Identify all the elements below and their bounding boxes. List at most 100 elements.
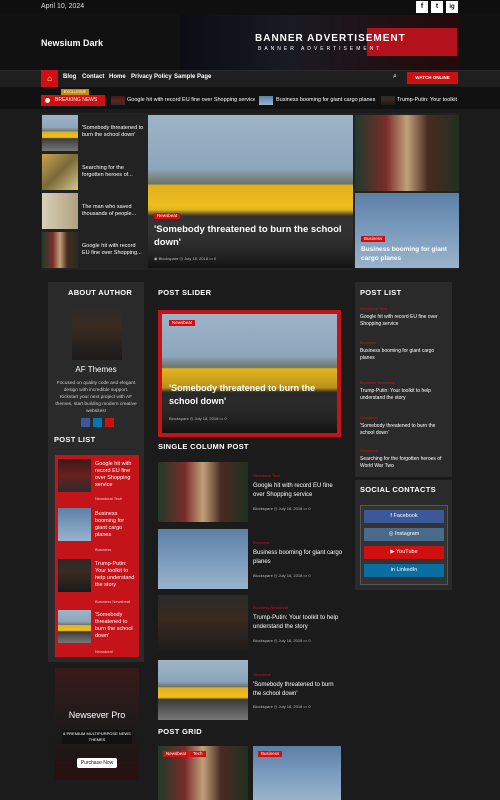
post-author[interactable]: Blockspare <box>253 506 273 511</box>
post-thumb[interactable] <box>158 529 248 589</box>
post-date: July 18, 2018 <box>278 573 303 578</box>
post-author[interactable]: Blockspare <box>253 638 273 643</box>
grid-category[interactable]: Tech <box>190 751 206 757</box>
right-post-list-heading: POST LIST <box>360 288 402 297</box>
list-title[interactable]: Searching for the forgotten heroes of Wo… <box>360 456 448 470</box>
list-item-cats[interactable]: Business Newsbeat <box>95 599 130 604</box>
left-post-list-heading: POST LIST <box>54 435 96 444</box>
featured-date: July 18, 2018 <box>184 256 208 261</box>
list-cats[interactable]: Business <box>360 340 376 345</box>
top-right-category[interactable]: Business <box>361 236 386 242</box>
search-icon[interactable]: ⌕ <box>393 73 397 81</box>
list-thumb[interactable] <box>42 193 78 229</box>
list-cats[interactable]: Newsbeat Tech <box>360 306 387 311</box>
instagram-link[interactable]: ◎ Instagram <box>364 528 444 541</box>
featured-category[interactable]: Newsbeat <box>154 213 181 219</box>
banner-title: BANNER ADVERTISEMENT <box>255 33 406 44</box>
post-cats[interactable]: Newsbeat Tech <box>253 473 280 478</box>
post-comments: 0 <box>308 638 311 643</box>
home-icon[interactable]: ⌂ <box>41 70 58 87</box>
top-right-image-1[interactable] <box>355 115 459 191</box>
ticker-item[interactable]: Business booming for giant cargo planes <box>276 95 386 106</box>
post-cats[interactable]: Business Newsbeat <box>253 605 288 610</box>
list-item-title[interactable]: Trump-Putin: Your toolkit to help unders… <box>95 561 137 589</box>
grid-category[interactable]: Business <box>258 751 283 757</box>
list-item-cats[interactable]: Business <box>95 547 111 552</box>
list-cats[interactable]: Business Newsbeat <box>360 380 395 385</box>
list-item-title[interactable]: Google hit with record EU fine over Shop… <box>95 461 137 489</box>
list-item-title[interactable]: Google hit with record EU fine over Shop… <box>82 243 144 257</box>
slider-comments: 0 <box>224 416 227 421</box>
live-dot-icon <box>45 98 50 103</box>
list-item-title[interactable]: 'Somebody threatened to burn the school … <box>95 612 137 640</box>
banner-subtitle: BANNER ADVERTISEMENT <box>258 46 383 52</box>
linkedin-link[interactable]: in LinkedIn <box>364 564 444 577</box>
post-title[interactable]: Google hit with record EU fine over Shop… <box>253 482 343 500</box>
list-item-title[interactable]: Business booming for giant cargo planes <box>95 511 137 539</box>
facebook-icon[interactable] <box>81 418 90 427</box>
list-title[interactable]: Business booming for giant cargo planes <box>360 348 448 362</box>
single-column-heading: SINGLE COLUMN POST <box>158 442 249 451</box>
post-author[interactable]: Blockspare <box>253 704 273 709</box>
instagram-icon[interactable]: ig <box>446 1 458 13</box>
facebook-link[interactable]: f Facebook <box>364 510 444 523</box>
featured-author[interactable]: Blockspare <box>159 256 179 261</box>
list-thumb[interactable] <box>58 459 91 492</box>
nav-privacy-policy[interactable]: Privacy Policy <box>131 74 172 80</box>
list-item-cats[interactable]: Newsbeat <box>95 649 113 654</box>
current-date: April 10, 2024 <box>41 3 85 10</box>
list-thumb[interactable] <box>58 508 91 541</box>
list-thumb[interactable] <box>42 232 78 268</box>
slider-category[interactable]: Newsbeat <box>169 320 196 326</box>
post-title[interactable]: Business booming for giant cargo planes <box>253 549 343 567</box>
breaking-news-text: BREAKING NEWS <box>55 97 98 103</box>
post-comments: 0 <box>308 704 311 709</box>
post-cats[interactable]: Newsbeat <box>253 672 271 677</box>
youtube-link[interactable]: ▶ YouTube <box>364 546 444 559</box>
list-item-title[interactable]: The man who saved thousands of people... <box>82 204 144 218</box>
nav-home[interactable]: Home <box>109 74 126 80</box>
post-title[interactable]: 'Somebody threatened to burn the school … <box>253 681 343 699</box>
linkedin-icon[interactable] <box>93 418 102 427</box>
list-thumb[interactable] <box>58 610 91 643</box>
nav-contact[interactable]: Contact <box>82 74 104 80</box>
list-item-title[interactable]: Searching for the forgotten heroes of... <box>82 165 144 179</box>
featured-title[interactable]: 'Somebody threatened to burn the school … <box>154 223 349 249</box>
post-cats[interactable]: Business <box>253 540 269 545</box>
list-title[interactable]: Google hit with record EU fine over Shop… <box>360 314 448 328</box>
list-thumb[interactable] <box>58 559 91 592</box>
facebook-icon[interactable]: f <box>416 1 428 13</box>
post-thumb[interactable] <box>158 595 248 655</box>
nav-blog[interactable]: Blog <box>63 74 76 80</box>
post-comments: 0 <box>308 573 311 578</box>
youtube-icon[interactable] <box>105 418 114 427</box>
post-title[interactable]: Trump-Putin: Your toolkit to help unders… <box>253 614 343 632</box>
ticker-item[interactable]: Google hit with record EU fine over Shop… <box>127 95 255 106</box>
instagram-label: Instagram <box>394 531 420 537</box>
post-meta: Blockspare ◷ July 18, 2018 ▭ 0 <box>253 506 311 511</box>
list-item-title[interactable]: 'Somebody threatened to burn the school … <box>82 125 144 139</box>
banner-advertisement[interactable]: BANNER ADVERTISEMENT BANNER ADVERTISEMEN… <box>180 15 460 70</box>
nav-sample-page[interactable]: Sample Page <box>174 74 211 80</box>
watch-online-button[interactable]: WATCH ONLINE <box>407 72 458 84</box>
top-right-title[interactable]: Business booming for giant cargo planes <box>361 245 457 263</box>
list-item-cats[interactable]: Newsbeat Tech <box>95 496 122 501</box>
linkedin-label: LinkedIn <box>396 567 418 573</box>
twitter-icon[interactable]: t <box>431 1 443 13</box>
post-author[interactable]: Blockspare <box>253 573 273 578</box>
list-cats[interactable]: Newsbeat <box>360 415 378 420</box>
slider-title[interactable]: 'Somebody threatened to burn the school … <box>169 382 334 408</box>
list-title[interactable]: 'Somebody threatened to burn the school … <box>360 423 448 437</box>
list-thumb[interactable] <box>42 115 78 151</box>
purchase-button[interactable]: Purchase Now <box>77 758 117 768</box>
grid-category[interactable]: Newsbeat <box>163 751 190 757</box>
slider-author[interactable]: Blockspare <box>169 416 189 421</box>
site-title[interactable]: Newsium Dark <box>41 38 103 48</box>
list-cats[interactable]: Newsbeat <box>360 448 378 453</box>
post-meta: Blockspare ◷ July 18, 2018 ▭ 0 <box>253 704 311 709</box>
ticker-item[interactable]: Trump-Putin: Your toolkit <box>397 95 459 106</box>
post-thumb[interactable] <box>158 660 248 720</box>
list-title[interactable]: Trump-Putin: Your toolkit to help unders… <box>360 388 448 402</box>
list-thumb[interactable] <box>42 154 78 190</box>
post-thumb[interactable] <box>158 462 248 522</box>
